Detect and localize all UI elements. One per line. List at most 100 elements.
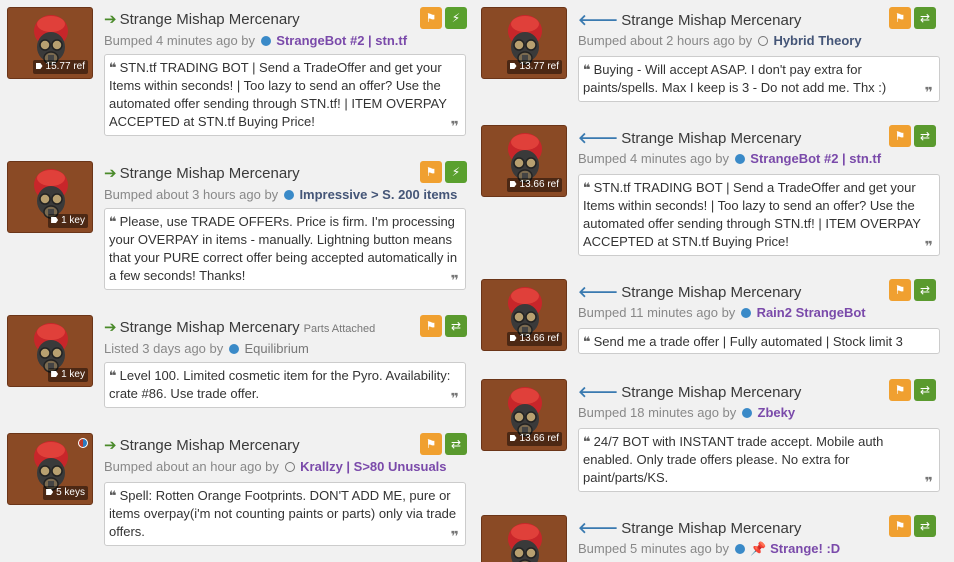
user-link[interactable]: StrangeBot #2 | stn.tf: [750, 151, 881, 166]
flag-icon[interactable]: ⚑: [420, 433, 442, 455]
user-link[interactable]: Strange! :D: [770, 541, 840, 556]
flag-icon[interactable]: ⚑: [420, 315, 442, 337]
flag-icon[interactable]: ⚑: [889, 279, 911, 301]
listing-1: 15.77 ref ➔ Strange Mishap Mercenary ⚑ ⚡ B…: [7, 7, 467, 147]
quote-close-icon: ❞: [450, 390, 459, 406]
trade-icon[interactable]: ⇄: [445, 315, 467, 337]
trade-icon[interactable]: ⇄: [445, 433, 467, 455]
listing-meta: Bumped 5 minutes ago by 📌 Strange! :D: [578, 541, 840, 557]
listing-meta: Bumped about 3 hours ago by Impressive >…: [104, 187, 457, 202]
price-tag: 13.66 ref: [506, 332, 562, 346]
listing-title[interactable]: ➔ Strange Mishap Mercenary: [104, 436, 300, 454]
quote-close-icon: ❞: [450, 528, 459, 544]
user-link[interactable]: Krallzy | S>80 Unusuals: [300, 459, 446, 474]
listing-title[interactable]: 🡐 Strange Mishap Mercenary: [578, 382, 801, 401]
listing-title[interactable]: ➔ Strange Mishap Mercenary: [104, 10, 300, 28]
online-status-icon: [734, 544, 745, 554]
user-link[interactable]: Hybrid Theory: [773, 33, 861, 48]
tag-icon: [46, 489, 54, 495]
item-name: Strange Mishap Mercenary: [119, 437, 300, 454]
bump-time: Bumped about an hour ago by: [104, 459, 279, 474]
lightning-icon[interactable]: ⚡: [445, 161, 467, 183]
listing-comment: ❝ Send me a trade offer | Fully automated…: [578, 328, 940, 354]
parts-attached-label: Parts Attached: [303, 323, 376, 335]
flag-icon[interactable]: ⚑: [889, 7, 911, 29]
item-image[interactable]: 5 keys: [7, 433, 93, 505]
bump-time: Bumped 4 minutes ago by: [104, 33, 256, 48]
tag-icon: [51, 371, 59, 377]
arrow-left-icon: 🡐: [578, 130, 619, 147]
tag-icon: [509, 435, 517, 441]
item-image[interactable]: 13.66 ref: [481, 125, 567, 197]
trade-icon[interactable]: ⇄: [914, 125, 936, 147]
price-value: 13.77 ref: [519, 61, 559, 72]
price-tag: 1 key: [48, 214, 88, 228]
flag-icon[interactable]: ⚑: [889, 125, 911, 147]
arrow-left-icon: 🡐: [578, 284, 619, 301]
item-image[interactable]: 1 key: [7, 315, 93, 387]
bump-time: Bumped 4 minutes ago by: [578, 151, 730, 166]
trade-icon[interactable]: ⇄: [914, 7, 936, 29]
listing-2: 1 key ➔ Strange Mishap Mercenary ⚑ ⚡ Bumpe…: [7, 161, 467, 301]
item-image[interactable]: 13.77 ref: [481, 7, 567, 79]
listing-comment: ❝ Buying - Will accept ASAP. I don't pay …: [578, 56, 940, 102]
quote-open-icon: ❝: [109, 368, 117, 383]
quote-close-icon: ❞: [450, 272, 459, 288]
comment-text: STN.tf TRADING BOT | Send a TradeOffer a…: [583, 180, 921, 249]
item-image[interactable]: 1 key: [7, 161, 93, 233]
listing-title[interactable]: 🡐 Strange Mishap Mercenary: [578, 518, 801, 537]
item-image[interactable]: 13.66 ref: [481, 379, 567, 451]
price-value: 1 key: [61, 369, 85, 380]
trade-icon[interactable]: ⇄: [914, 379, 936, 401]
price-tag: 1 key: [48, 368, 88, 382]
mishap-mercenary-icon: [500, 519, 550, 562]
lightning-icon[interactable]: ⚡: [445, 7, 467, 29]
flag-icon[interactable]: ⚑: [889, 379, 911, 401]
action-buttons: ⚑ ⇄: [886, 279, 936, 301]
bump-time: Bumped 18 minutes ago by: [578, 405, 737, 420]
user-link[interactable]: Equilibrium: [245, 341, 309, 356]
user-link[interactable]: StrangeBot #2 | stn.tf: [276, 33, 407, 48]
user-link[interactable]: Zbeky: [758, 405, 796, 420]
listing-meta: Bumped 18 minutes ago by Zbeky: [578, 405, 795, 420]
quote-open-icon: ❝: [109, 60, 117, 75]
item-image[interactable]: [481, 515, 567, 562]
listing-comment: ❝ 24/7 BOT with INSTANT trade accept. Mob…: [578, 428, 940, 492]
action-buttons: ⚑ ⇄: [886, 125, 936, 147]
listing-meta: Listed 3 days ago by Equilibrium: [104, 341, 309, 356]
listing-title[interactable]: 🡐 Strange Mishap Mercenary: [578, 282, 801, 301]
listing-title[interactable]: 🡐 Strange Mishap Mercenary: [578, 10, 801, 29]
listing-meta: Bumped about an hour ago by Krallzy | S>…: [104, 459, 447, 474]
listing-meta: Bumped 4 minutes ago by StrangeBot #2 | …: [104, 33, 407, 48]
user-link[interactable]: Rain2 StrangeBot: [757, 305, 866, 320]
quote-close-icon: ❞: [924, 474, 933, 490]
listing-title[interactable]: ➔ Strange Mishap Mercenary Parts Attached: [104, 318, 375, 336]
flag-icon[interactable]: ⚑: [420, 7, 442, 29]
offline-status-icon: [284, 462, 295, 472]
tag-icon: [35, 63, 43, 69]
arrow-left-icon: 🡐: [578, 12, 619, 29]
paint-color-icon: [78, 438, 88, 448]
flag-icon[interactable]: ⚑: [889, 515, 911, 537]
trade-icon[interactable]: ⇄: [914, 515, 936, 537]
online-status-icon: [228, 344, 239, 354]
quote-close-icon: ❞: [450, 118, 459, 134]
item-image[interactable]: 13.66 ref: [481, 279, 567, 351]
trade-icon[interactable]: ⇄: [914, 279, 936, 301]
listing-comment: ❝ Level 100. Limited cosmetic item for th…: [104, 362, 466, 408]
listing-6: 13.66 ref 🡐 Strange Mishap Mercenary ⚑ ⇄ B…: [481, 125, 941, 265]
quote-close-icon: ❞: [924, 238, 933, 254]
item-name: Strange Mishap Mercenary: [119, 165, 300, 182]
arrow-right-icon: ➔: [104, 11, 117, 28]
quote-close-icon: ❞: [924, 84, 933, 100]
flag-icon[interactable]: ⚑: [420, 161, 442, 183]
user-link[interactable]: Impressive > S. 200 items: [299, 187, 457, 202]
price-value: 13.66 ref: [519, 179, 559, 190]
listing-comment: ❝ Spell: Rotten Orange Footprints. DON'T …: [104, 482, 466, 546]
listing-title[interactable]: 🡐 Strange Mishap Mercenary: [578, 128, 801, 147]
listing-8: 13.66 ref 🡐 Strange Mishap Mercenary ⚑ ⇄ B…: [481, 379, 941, 499]
price-tag: 13.66 ref: [506, 432, 562, 446]
item-image[interactable]: 15.77 ref: [7, 7, 93, 79]
comment-text: Spell: Rotten Orange Footprints. DON'T A…: [109, 488, 457, 539]
listing-title[interactable]: ➔ Strange Mishap Mercenary: [104, 164, 300, 182]
